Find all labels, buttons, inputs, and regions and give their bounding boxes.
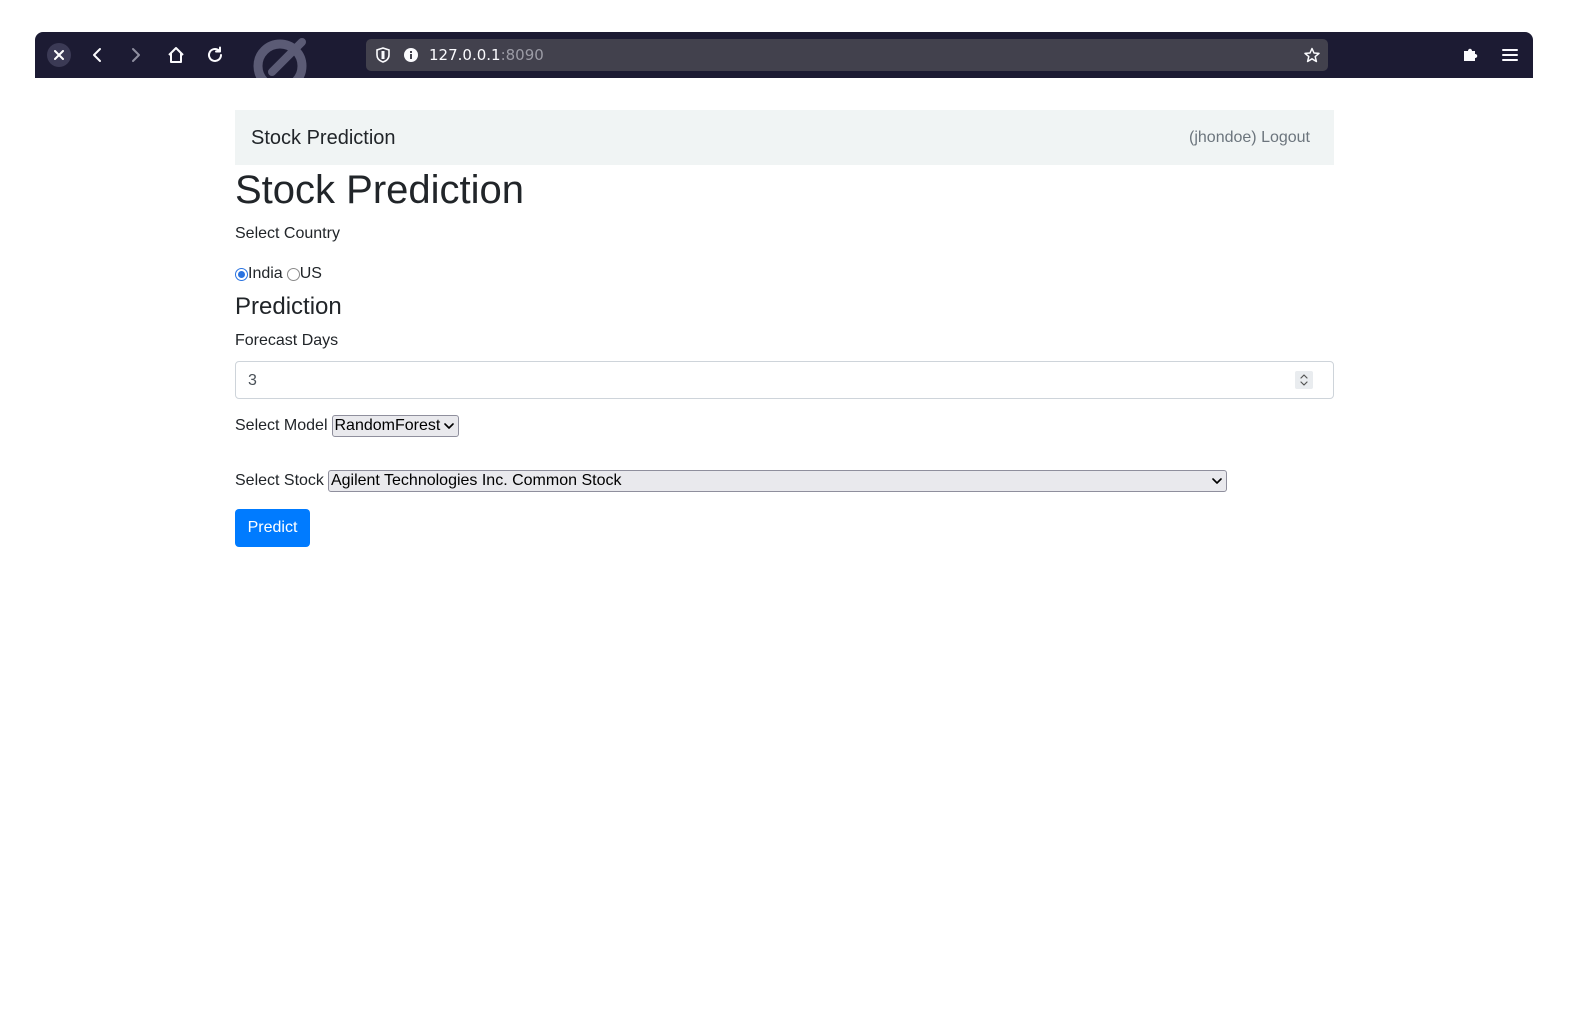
model-select-value: RandomForest: [334, 417, 441, 434]
chevron-down-icon: [1212, 478, 1222, 484]
reload-button[interactable]: [200, 40, 230, 70]
page-title: Stock Prediction: [235, 168, 525, 212]
navbar: Stock Prediction (jhondoe) Logout: [235, 110, 1334, 165]
url-port: :8090: [500, 46, 544, 64]
page-container: Stock Prediction (jhondoe) Logout Stock …: [235, 110, 1334, 547]
forward-arrow-icon: [132, 48, 140, 62]
url-text[interactable]: 127.0.0.1:8090: [429, 46, 544, 64]
forward-button[interactable]: [121, 40, 151, 70]
extensions-button[interactable]: [1455, 40, 1485, 70]
radio-india[interactable]: [235, 267, 248, 281]
stock-select-value: Agilent Technologies Inc. Common Stock: [330, 472, 622, 489]
radio-india-label[interactable]: India: [248, 265, 283, 283]
home-icon: [168, 47, 184, 63]
stock-select[interactable]: Agilent Technologies Inc. Common Stock: [327, 470, 1227, 492]
spinner-arrows-icon: [1300, 374, 1308, 386]
forecast-days-input[interactable]: 3: [235, 361, 1334, 399]
chevron-down-icon: [443, 423, 454, 429]
radio-us[interactable]: [286, 267, 300, 281]
puzzle-icon: [1464, 48, 1478, 61]
logout-link[interactable]: (jhondoe) Logout: [1189, 129, 1310, 147]
shield-icon[interactable]: [376, 47, 390, 63]
navbar-brand[interactable]: Stock Prediction: [251, 127, 396, 150]
stock-label: Select Stock: [235, 472, 324, 489]
prediction-heading: Prediction: [235, 293, 342, 320]
back-arrow-icon: [93, 48, 101, 62]
predict-button[interactable]: Predict: [235, 509, 310, 547]
country-label: Select Country: [235, 225, 340, 242]
close-tab-button[interactable]: [44, 40, 74, 70]
url-bar[interactable]: 127.0.0.1:8090: [366, 39, 1328, 71]
close-icon: [47, 43, 71, 67]
home-button[interactable]: [161, 40, 191, 70]
country-radio-group: India US: [235, 265, 326, 283]
radio-us-label[interactable]: US: [300, 265, 322, 283]
model-label: Select Model: [235, 417, 328, 434]
browser-logo-icon: [250, 38, 314, 93]
url-host: 127.0.0.1: [429, 46, 501, 64]
hamburger-icon: [1502, 49, 1518, 61]
model-row: Select Model RandomForest: [235, 415, 459, 437]
reload-icon: [208, 46, 222, 62]
menu-button[interactable]: [1495, 40, 1525, 70]
model-select[interactable]: RandomForest: [331, 415, 459, 437]
forecast-days-value: 3: [248, 372, 257, 389]
bookmark-star-icon[interactable]: [1304, 47, 1320, 63]
browser-toolbar: 127.0.0.1:8090: [35, 32, 1533, 93]
info-icon[interactable]: [403, 47, 419, 63]
number-spinner[interactable]: [1295, 371, 1313, 389]
stock-row: Select Stock Agilent Technologies Inc. C…: [235, 470, 1227, 492]
back-button[interactable]: [82, 40, 112, 70]
forecast-days-label: Forecast Days: [235, 332, 339, 349]
